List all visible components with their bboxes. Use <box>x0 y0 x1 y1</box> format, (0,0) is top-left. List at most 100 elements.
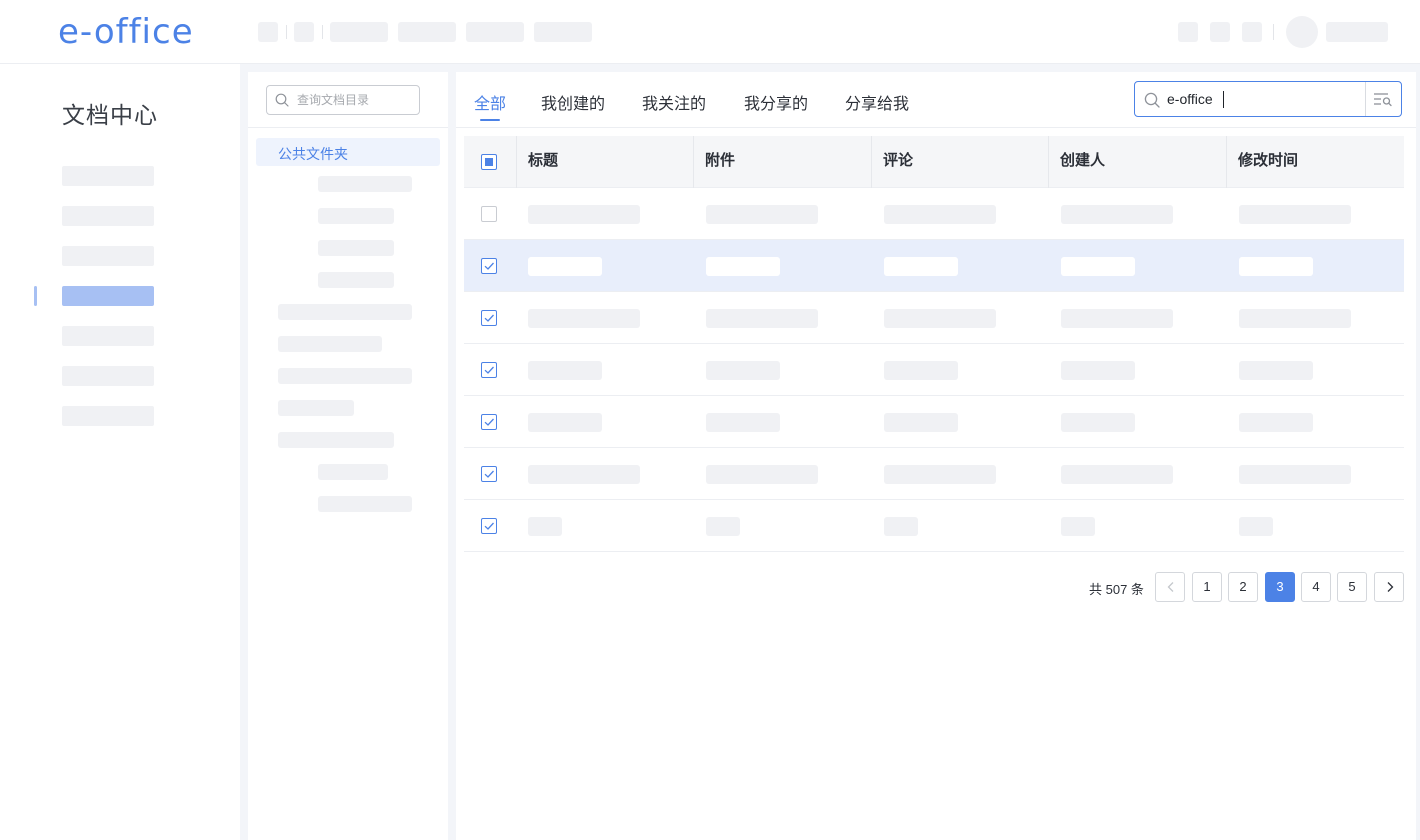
nav-item-placeholder[interactable] <box>62 166 154 186</box>
tree-search-box[interactable] <box>266 85 420 115</box>
page-button-5[interactable]: 5 <box>1337 572 1367 602</box>
row-checkbox[interactable] <box>481 206 497 222</box>
tabs-bar: 全部 我创建的 我关注的 我分享的 分享给我 <box>456 72 1416 128</box>
cell-placeholder <box>884 413 958 432</box>
toolbar-icon-placeholder[interactable] <box>294 22 314 42</box>
tab-all[interactable]: 全部 <box>474 90 506 114</box>
column-divider <box>693 136 694 188</box>
cell-placeholder <box>1239 257 1313 276</box>
document-list-panel: 全部 我创建的 我关注的 我分享的 分享给我 e-office 标题 附件 评论… <box>456 72 1416 840</box>
table-row[interactable] <box>464 448 1404 500</box>
folder-tree-panel: 公共文件夹 <box>248 72 448 840</box>
table-row[interactable] <box>464 292 1404 344</box>
tree-node-public-folder[interactable]: 公共文件夹 <box>256 138 440 166</box>
next-page-button[interactable] <box>1374 572 1404 602</box>
cell-placeholder <box>1239 309 1351 328</box>
column-header-attachment[interactable]: 附件 <box>705 136 735 188</box>
page-button-3-current[interactable]: 3 <box>1265 572 1295 602</box>
page-button-2[interactable]: 2 <box>1228 572 1258 602</box>
user-avatar[interactable] <box>1286 16 1318 48</box>
page-button-4[interactable]: 4 <box>1301 572 1331 602</box>
tree-node-placeholder[interactable] <box>278 304 412 320</box>
column-divider <box>1048 136 1049 188</box>
column-header-comments[interactable]: 评论 <box>883 136 913 188</box>
tree-node-placeholder[interactable] <box>318 176 412 192</box>
cell-placeholder <box>528 257 602 276</box>
row-checkbox[interactable] <box>481 518 497 534</box>
top-menu-placeholder[interactable] <box>330 22 388 42</box>
document-search-input[interactable] <box>1167 90 1357 108</box>
cell-placeholder <box>706 309 818 328</box>
cell-placeholder <box>706 517 740 536</box>
page-button-1[interactable]: 1 <box>1192 572 1222 602</box>
column-header-creator[interactable]: 创建人 <box>1060 136 1105 188</box>
cell-placeholder <box>1239 413 1313 432</box>
column-header-title[interactable]: 标题 <box>528 136 558 188</box>
tab-shared-by-me[interactable]: 我分享的 <box>744 90 808 114</box>
cell-placeholder <box>706 465 818 484</box>
header-icon-placeholder[interactable] <box>1210 22 1230 42</box>
cell-placeholder <box>1061 257 1135 276</box>
toolbar-divider <box>322 25 323 39</box>
tree-node-placeholder[interactable] <box>278 336 382 352</box>
nav-item-placeholder[interactable] <box>62 406 154 426</box>
user-name-placeholder[interactable] <box>1326 22 1388 42</box>
table-row[interactable] <box>464 240 1404 292</box>
tree-node-placeholder[interactable] <box>278 400 354 416</box>
cell-placeholder <box>528 465 640 484</box>
chevron-right-icon <box>1387 582 1394 592</box>
tree-node-placeholder[interactable] <box>318 464 388 480</box>
prev-page-button[interactable] <box>1155 572 1185 602</box>
nav-item-placeholder[interactable] <box>62 366 154 386</box>
tree-node-placeholder[interactable] <box>318 496 412 512</box>
search-icon <box>275 93 289 107</box>
top-menu-placeholder[interactable] <box>534 22 592 42</box>
table-row[interactable] <box>464 500 1404 552</box>
header-icon-placeholder[interactable] <box>1178 22 1198 42</box>
column-divider <box>871 136 872 188</box>
table-row[interactable] <box>464 396 1404 448</box>
tree-node-label: 公共文件夹 <box>278 146 348 162</box>
top-menu-placeholder[interactable] <box>398 22 456 42</box>
row-checkbox[interactable] <box>481 414 497 430</box>
nav-item-active[interactable] <box>62 286 154 306</box>
checkmark-icon <box>484 262 494 270</box>
tree-node-placeholder[interactable] <box>278 432 394 448</box>
select-all-checkbox[interactable] <box>481 154 497 170</box>
tree-search-input[interactable] <box>297 92 413 108</box>
tab-shared-to-me[interactable]: 分享给我 <box>845 90 909 114</box>
app-logo[interactable]: e-office <box>58 14 194 50</box>
row-checkbox[interactable] <box>481 362 497 378</box>
tree-divider <box>248 127 448 128</box>
total-count: 共 507 条 <box>1089 582 1144 597</box>
tree-node-placeholder[interactable] <box>318 240 394 256</box>
cell-placeholder <box>1239 361 1313 380</box>
cell-placeholder <box>1061 413 1135 432</box>
top-menu-placeholder[interactable] <box>466 22 524 42</box>
nav-item-placeholder[interactable] <box>62 246 154 266</box>
tree-node-placeholder[interactable] <box>318 208 394 224</box>
checkmark-icon <box>484 314 494 322</box>
row-checkbox[interactable] <box>481 310 497 326</box>
cell-placeholder <box>884 205 996 224</box>
tab-created-by-me[interactable]: 我创建的 <box>541 90 605 114</box>
column-divider <box>516 136 517 188</box>
nav-item-placeholder[interactable] <box>62 206 154 226</box>
tree-node-placeholder[interactable] <box>318 272 394 288</box>
left-navigation: 文档中心 <box>0 64 240 840</box>
toolbar-divider <box>286 25 287 39</box>
column-header-modified-time[interactable]: 修改时间 <box>1238 136 1298 188</box>
header-divider <box>1273 24 1274 40</box>
advanced-search-icon[interactable] <box>1373 91 1393 107</box>
toolbar-icon-placeholder[interactable] <box>258 22 278 42</box>
nav-item-placeholder[interactable] <box>62 326 154 346</box>
header-icon-placeholder[interactable] <box>1242 22 1262 42</box>
document-search-box[interactable] <box>1134 81 1402 117</box>
row-checkbox[interactable] <box>481 466 497 482</box>
tab-followed[interactable]: 我关注的 <box>642 90 706 114</box>
table-row[interactable] <box>464 344 1404 396</box>
module-title: 文档中心 <box>62 102 158 128</box>
table-row[interactable] <box>464 188 1404 240</box>
tree-node-placeholder[interactable] <box>278 368 412 384</box>
row-checkbox[interactable] <box>481 258 497 274</box>
